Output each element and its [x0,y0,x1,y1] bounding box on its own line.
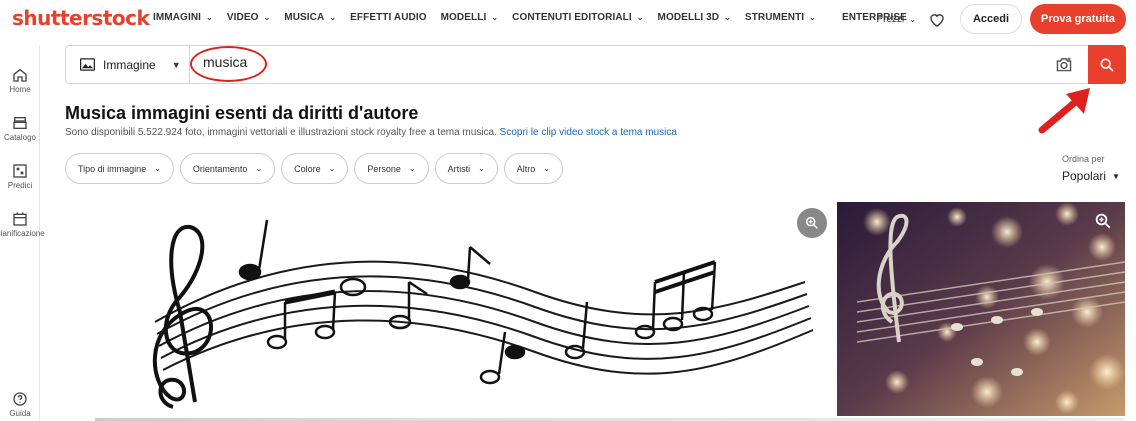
image-type-label: Immagine [103,57,156,72]
home-icon [13,68,27,82]
prezzi-dropdown[interactable]: Prezzi ⌄ [876,14,916,25]
nav-item-immagini[interactable]: IMMAGINI ⌄ [153,12,213,23]
result-image-music-staff[interactable] [95,202,830,421]
calendar-icon [13,212,27,226]
caret-down-icon: ▼ [171,59,181,70]
chevron-down-icon: ⌄ [154,164,161,173]
result-image-bokeh-notes[interactable] [837,202,1125,416]
filter-tipo-immagine[interactable]: Tipo di immagine ⌄ [65,153,174,184]
sidebar-item-label: Home [9,85,31,94]
sidebar-item-home[interactable]: Home [0,67,40,94]
nav-item-modelli-3d[interactable]: MODELLI 3D ⌄ [658,12,731,23]
help-icon [13,392,27,406]
sidebar-item-pianificazione[interactable]: Pianificazione [0,211,45,238]
chevron-down-icon: ⌄ [491,13,499,22]
nav-actions: Prezzi ⌄ Accedi Prova gratuita [876,3,1136,35]
search-bar: Immagine ▼ musica [65,45,1126,84]
shutterstock-logo[interactable]: shutterstock [12,6,150,30]
filter-persone[interactable]: Persone ⌄ [354,153,429,184]
search-button[interactable] [1088,45,1126,84]
top-navigation: shutterstock IMMAGINI ⌄ VIDEO ⌄ MUSICA ⌄ EF… [0,0,1136,37]
chevron-down-icon: ⌄ [329,13,337,22]
sidebar-item-predici[interactable]: Predici [0,163,40,190]
sidebar-item-guida[interactable]: Guida [0,391,40,418]
caret-down-icon: ▼ [1112,171,1120,181]
heart-icon[interactable] [928,10,946,28]
annotation-circle [190,46,267,82]
image-type-dropdown[interactable]: Immagine ▼ [66,46,190,83]
image-icon [80,58,95,71]
predict-icon [13,164,27,178]
left-sidebar: Home Catalogo Predici Pianificazione Gui… [0,45,45,421]
chevron-down-icon: ⌄ [809,13,816,22]
sidebar-item-label: Catalogo [3,133,37,142]
camera-search-icon[interactable] [1055,56,1073,77]
accedi-button[interactable]: Accedi [959,4,1023,34]
main-nav: IMMAGINI ⌄ VIDEO ⌄ MUSICA ⌄ EFFETTI AUDIO M… [153,12,921,23]
chevron-down-icon: ⌄ [255,164,263,173]
chevron-down-icon: ⌄ [478,164,485,173]
video-clips-link[interactable]: Scopri le clip video stock a tema musica [500,127,677,138]
zoom-icon[interactable] [797,208,827,238]
sidebar-item-label: Predici [7,181,33,190]
prova-gratuita-button[interactable]: Prova gratuita [1030,4,1126,34]
annotation-arrow [1038,88,1090,134]
page-title: Musica immagini esenti da diritti d'auto… [65,103,419,123]
sidebar-item-catalogo[interactable]: Catalogo [0,115,40,142]
chevron-down-icon: ⌄ [724,13,731,22]
page-subtitle: Sono disponibili 5.522.924 foto, immagin… [65,127,677,138]
chevron-down-icon: ⌄ [263,13,271,22]
nav-item-video[interactable]: VIDEO ⌄ [227,12,270,23]
chevron-down-icon: ⌄ [909,14,916,24]
filter-colore[interactable]: Colore ⌄ [281,153,349,184]
filter-orientamento[interactable]: Orientamento ⌄ [179,153,276,184]
chevron-down-icon: ⌄ [543,164,551,173]
nav-item-musica[interactable]: MUSICA ⌄ [284,12,336,23]
chevron-down-icon: ⌄ [636,13,644,22]
chevron-down-icon: ⌄ [206,13,213,22]
search-icon [1100,58,1114,72]
filter-bar: Tipo di immagine ⌄ Orientamento ⌄ Colore ⌄ … [65,153,564,184]
filter-altro[interactable]: Altro ⌄ [503,153,564,184]
nav-item-contenuti-editoriali[interactable]: CONTENUTI EDITORIALI ⌄ [512,12,643,23]
result-count-text: Sono disponibili 5.522.924 foto, immagin… [65,127,497,138]
nav-item-effetti-audio[interactable]: EFFETTI AUDIO [350,12,426,23]
chevron-down-icon: ⌄ [408,164,416,173]
sort-dropdown[interactable]: Popolari ▼ [1062,169,1120,183]
nav-item-strumenti[interactable]: STRUMENTI ⌄ [745,12,816,23]
sidebar-item-label: Pianificazione [0,229,45,238]
nav-item-modelli[interactable]: MODELLI ⌄ [441,12,499,23]
sort-label: Ordina per [1062,154,1105,164]
filter-artisti[interactable]: Artisti ⌄ [434,153,498,184]
zoom-icon[interactable] [1092,210,1114,232]
sidebar-item-label: Guida [9,409,31,418]
catalog-icon [13,117,27,129]
chevron-down-icon: ⌄ [328,164,336,173]
